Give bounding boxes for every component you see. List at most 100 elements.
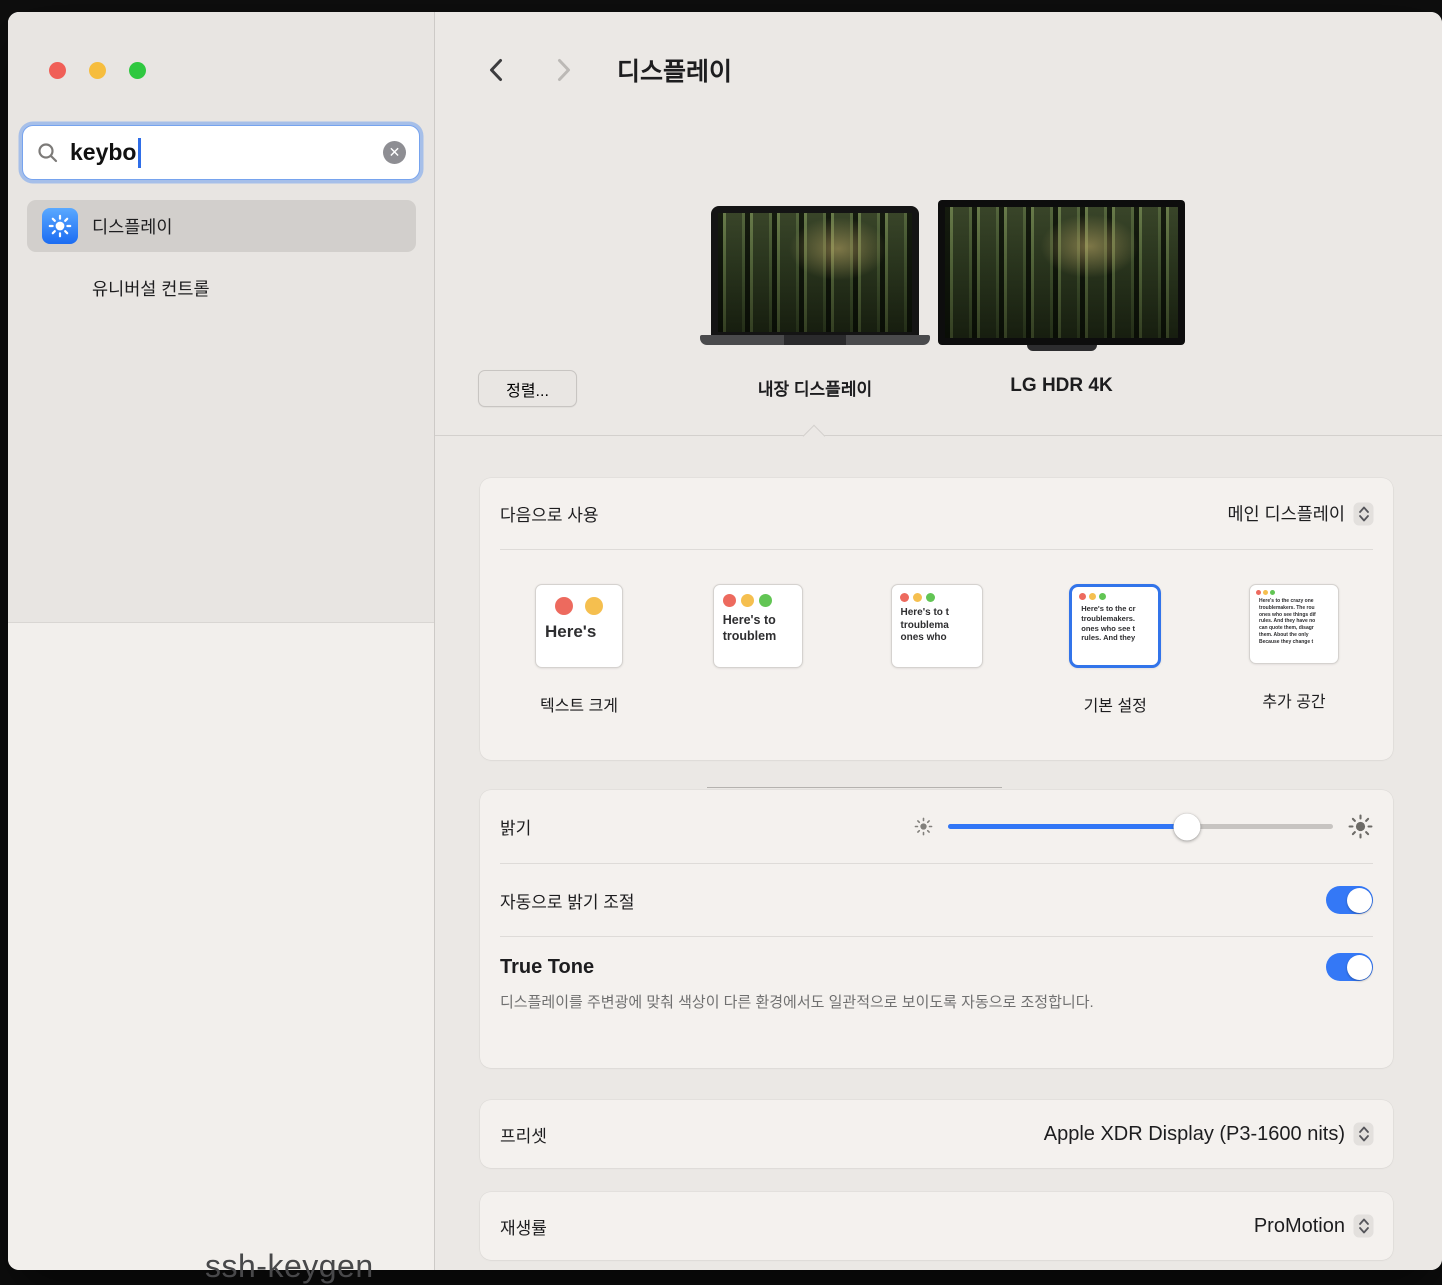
preset-value: Apple XDR Display (P3-1600 nits) [1044, 1123, 1345, 1146]
arrange-button[interactable]: 정렬... [478, 370, 577, 407]
preset-popup[interactable]: Apple XDR Display (P3-1600 nits) [1044, 1123, 1373, 1146]
use-as-value: 메인 디스플레이 [1227, 501, 1345, 526]
built-in-display-thumbnail[interactable] [700, 206, 930, 345]
preset-label: 프리셋 [500, 1122, 547, 1147]
sidebar: keybo ✕ 디스플레이 유니버설 컨트롤 [8, 12, 435, 1270]
search-query-text: keybo [70, 139, 136, 166]
use-as-popup[interactable]: 메인 디스플레이 [1227, 501, 1373, 526]
laptop-screen [711, 206, 919, 335]
toggle-knob [1347, 955, 1372, 980]
sidebar-search-panel [8, 12, 434, 623]
true-tone-row: True Tone 디스플레이를 주변광에 맞춰 색상이 다른 환경에서도 일관… [480, 937, 1393, 1034]
scaling-option-default[interactable]: Here's to the cr troublemakers. ones who… [1040, 584, 1190, 711]
stepper-chevrons-icon [1354, 1215, 1373, 1237]
thumb-text: Here's to the crazy one [1259, 598, 1314, 605]
scaling-option-label: 추가 공간 [1262, 688, 1325, 707]
thumb-text: can quote them, disagr [1259, 625, 1314, 632]
page-title: 디스플레이 [617, 52, 732, 88]
close-button[interactable] [49, 62, 66, 79]
thumb-text: Here's to t [901, 607, 950, 620]
wallpaper-forest-image [945, 207, 1178, 338]
monitor-frame [938, 200, 1185, 345]
sidebar-item-displays[interactable]: 디스플레이 [27, 200, 416, 252]
brightness-fill [948, 824, 1187, 829]
zoom-button[interactable] [129, 62, 146, 79]
scaling-thumbnail: Here's [535, 584, 623, 668]
slider-track[interactable] [948, 824, 1333, 829]
thumb-text: troublemakers. The rou [1259, 605, 1315, 612]
auto-brightness-row: 자동으로 밝기 조절 [480, 864, 1393, 936]
scaling-options: Here's 텍스트 크게 Here's to troublem [480, 550, 1393, 711]
thumb-text: rules. And they have no [1259, 618, 1315, 625]
preset-row: 프리셋 Apple XDR Display (P3-1600 nits) [480, 1100, 1393, 1168]
sidebar-item-label: 디스플레이 [92, 214, 173, 239]
section-divider [435, 435, 1442, 436]
monitor-stand [1027, 345, 1097, 351]
scaling-option-2[interactable]: Here's to troublem [683, 584, 833, 711]
thumb-text: troublema [901, 620, 949, 633]
sun-dim-icon [914, 817, 933, 836]
sun-bright-icon [1348, 814, 1373, 839]
thumb-text: Here's to the cr [1081, 604, 1135, 614]
toggle-knob [1347, 888, 1372, 913]
sidebar-item-label: 유니버설 컨트롤 [92, 276, 210, 301]
scaling-thumbnail: Here's to t troublema ones who [891, 584, 983, 668]
back-button[interactable] [479, 50, 513, 90]
stepper-chevrons-icon [1354, 1123, 1373, 1145]
scaling-option-label: 기본 설정 [1084, 692, 1147, 711]
forward-button[interactable] [547, 50, 581, 90]
brightness-row: 밝기 [480, 790, 1393, 863]
header: 디스플레이 [479, 50, 732, 90]
scaling-option-more-space[interactable]: Here's to the crazy one troublemakers. T… [1219, 584, 1369, 711]
laptop-base [700, 335, 930, 345]
display-brightness-icon [42, 208, 78, 244]
resolution-card: 다음으로 사용 메인 디스플레이 Here's [480, 478, 1393, 760]
thumb-text: Because they change t [1259, 639, 1313, 646]
thumb-text: Here's to [723, 612, 776, 628]
use-as-label: 다음으로 사용 [500, 501, 599, 526]
window-controls [49, 62, 146, 79]
scaling-option-larger-text[interactable]: Here's 텍스트 크게 [504, 584, 654, 711]
scaling-option-label: 텍스트 크게 [540, 692, 618, 711]
auto-brightness-toggle[interactable] [1326, 886, 1373, 914]
refresh-rate-label: 재생률 [500, 1214, 547, 1239]
brightness-label: 밝기 [500, 814, 531, 839]
scaling-thumbnail: Here's to troublem [713, 584, 803, 668]
refresh-rate-popup[interactable]: ProMotion [1254, 1215, 1373, 1238]
preset-card: 프리셋 Apple XDR Display (P3-1600 nits) [480, 1100, 1393, 1168]
search-icon [36, 141, 60, 165]
external-display-thumbnail[interactable] [938, 200, 1185, 351]
clear-search-button[interactable]: ✕ [383, 141, 406, 164]
selected-display-pointer [803, 425, 826, 448]
built-in-display-label: 내장 디스플레이 [700, 375, 930, 400]
scaling-divider-line [707, 787, 1002, 788]
text-caret [138, 138, 141, 168]
refresh-rate-row: 재생률 ProMotion [480, 1192, 1393, 1260]
true-tone-label: True Tone [500, 956, 594, 979]
sidebar-item-universal-control[interactable]: 유니버설 컨트롤 [27, 262, 416, 314]
brightness-knob[interactable] [1173, 813, 1200, 840]
refresh-rate-card: 재생률 ProMotion [480, 1192, 1393, 1260]
auto-brightness-label: 자동으로 밝기 조절 [500, 888, 635, 913]
brightness-card: 밝기 자동으로 밝기 조절 [480, 790, 1393, 1068]
stepper-chevrons-icon [1354, 503, 1373, 525]
scaling-thumbnail: Here's to the crazy one troublemakers. T… [1249, 584, 1339, 664]
true-tone-toggle[interactable] [1326, 953, 1373, 981]
thumb-text: troublem [723, 628, 776, 644]
display-arrangement: 내장 디스플레이 LG HDR 4K [435, 200, 1442, 425]
thumb-text: them. About the only [1259, 632, 1309, 639]
thumb-text: ones who see t [1081, 624, 1135, 634]
brightness-slider[interactable] [914, 814, 1373, 839]
scaling-option-3[interactable]: Here's to t troublema ones who [862, 584, 1012, 711]
external-display-label: LG HDR 4K [938, 375, 1185, 397]
thumb-text: ones who see things dif [1259, 612, 1316, 619]
minimize-button[interactable] [89, 62, 106, 79]
thumb-text: troublemakers. [1081, 614, 1135, 624]
true-tone-description: 디스플레이를 주변광에 맞춰 색상이 다른 환경에서도 일관적으로 보이도록 자… [500, 991, 1235, 1014]
search-input[interactable]: keybo ✕ [22, 125, 420, 180]
thumb-text: ones who [901, 632, 947, 645]
refresh-rate-value: ProMotion [1254, 1215, 1345, 1238]
use-as-row: 다음으로 사용 메인 디스플레이 [480, 478, 1393, 549]
wallpaper-forest-image [718, 213, 912, 332]
thumb-text: Here's [545, 621, 596, 643]
